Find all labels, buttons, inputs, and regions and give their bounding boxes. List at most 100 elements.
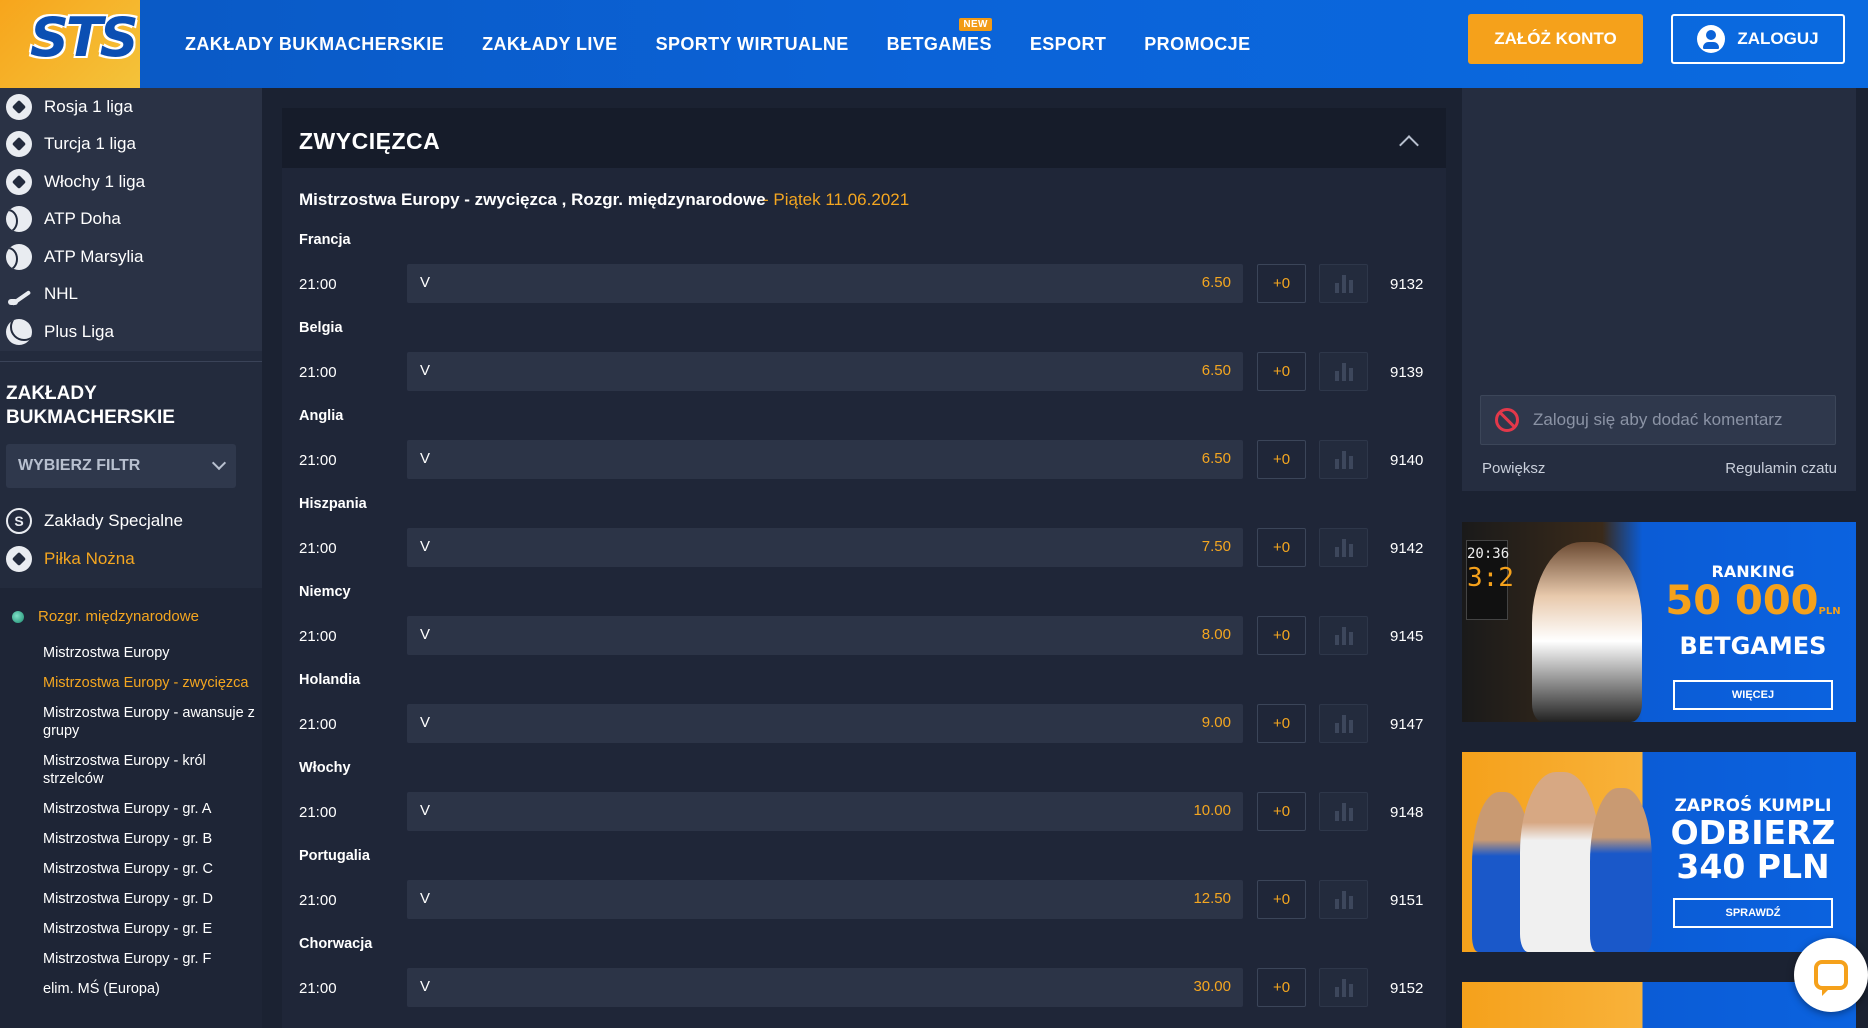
soccer-ball-icon bbox=[6, 545, 32, 572]
competition-item[interactable]: Mistrzostwa Europy - zwycięzca bbox=[0, 674, 262, 692]
more-markets-button[interactable]: +0 bbox=[1257, 792, 1306, 831]
stats-bar bbox=[1334, 283, 1339, 293]
competition-item[interactable]: Mistrzostwa Europy - gr. A bbox=[0, 800, 262, 818]
chat-bubble-icon bbox=[1814, 960, 1848, 996]
event-time: 21:00 bbox=[299, 452, 337, 469]
nav-item-3[interactable]: BETGAMES NEW bbox=[886, 17, 992, 55]
stats-icon[interactable] bbox=[1319, 616, 1368, 655]
sidebar-league-item[interactable]: ATP Doha bbox=[0, 201, 262, 239]
sidebar-league-item[interactable]: Turcja 1 liga bbox=[0, 126, 262, 164]
more-markets-button[interactable]: +0 bbox=[1257, 440, 1306, 479]
odd-button[interactable]: V 6.50 bbox=[407, 352, 1243, 391]
more-markets-button[interactable]: +0 bbox=[1257, 880, 1306, 919]
stats-icon[interactable] bbox=[1319, 528, 1368, 567]
sidebar-league-item[interactable]: ATP Marsylia bbox=[0, 238, 262, 276]
odd-button[interactable]: V 7.50 bbox=[407, 528, 1243, 567]
stats-bar bbox=[1348, 280, 1353, 293]
more-markets-button[interactable]: +0 bbox=[1257, 704, 1306, 743]
odd-button[interactable]: V 8.00 bbox=[407, 616, 1243, 655]
odd-value: 6.50 bbox=[1201, 362, 1231, 379]
odd-button[interactable]: V 12.50 bbox=[407, 880, 1243, 919]
nav-item-5[interactable]: PROMOCJE bbox=[1144, 34, 1250, 55]
competition-item[interactable]: Mistrzostwa Europy - gr. C bbox=[0, 860, 262, 878]
odd-button[interactable]: V 6.50 bbox=[407, 440, 1243, 479]
banner-text: RANKING 50 000PLN BETGAMES WIĘCEJ bbox=[1643, 522, 1863, 722]
competition-item[interactable]: elim. MŚ (Europa) bbox=[0, 980, 262, 998]
sidebar-league-item[interactable]: Plus Liga bbox=[0, 313, 262, 351]
stats-icon[interactable] bbox=[1319, 968, 1368, 1007]
competition-list: Rozgr. międzynarodowe Mistrzostwa Europy… bbox=[0, 587, 262, 1028]
competition-item[interactable]: Mistrzostwa Europy - gr. E bbox=[0, 920, 262, 938]
banner-check-button[interactable]: SPRAWDŹ bbox=[1673, 898, 1833, 928]
page-scrollbar[interactable] bbox=[1856, 88, 1868, 1028]
banner-more-button[interactable]: WIĘCEJ bbox=[1673, 680, 1833, 710]
league-label: ATP Marsylia bbox=[44, 246, 144, 266]
stats-bar bbox=[1341, 275, 1346, 293]
odd-value: 8.00 bbox=[1201, 626, 1231, 643]
chat-enlarge-link[interactable]: Powiększ bbox=[1482, 460, 1545, 477]
stats-icon[interactable] bbox=[1319, 352, 1368, 391]
odd-label: V bbox=[420, 274, 431, 291]
filter-dropdown[interactable]: WYBIERZ FILTR bbox=[6, 443, 236, 488]
chat-rules-link[interactable]: Regulamin czatu bbox=[1725, 460, 1837, 477]
odd-button[interactable]: V 6.50 bbox=[407, 264, 1243, 303]
competition-item[interactable]: Mistrzostwa Europy - gr. B bbox=[0, 830, 262, 848]
more-markets-button[interactable]: +0 bbox=[1257, 264, 1306, 303]
competition-item[interactable]: Mistrzostwa Europy bbox=[0, 644, 262, 662]
more-markets-button[interactable]: +0 bbox=[1257, 616, 1306, 655]
sport-label: Piłka Nożna bbox=[44, 548, 135, 568]
more-markets-button[interactable]: +0 bbox=[1257, 352, 1306, 391]
competition-item[interactable]: Mistrzostwa Europy - gr. F bbox=[0, 950, 262, 968]
chevron-up-icon[interactable] bbox=[1399, 135, 1419, 155]
chat-panel: Zaloguj się aby dodać komentarz Powiększ… bbox=[1462, 88, 1863, 491]
filter-label: WYBIERZ FILTR bbox=[18, 456, 141, 474]
odd-button[interactable]: V 10.00 bbox=[407, 792, 1243, 831]
stats-icon[interactable] bbox=[1319, 880, 1368, 919]
stats-bar bbox=[1348, 808, 1353, 821]
sts-logo[interactable]: STS bbox=[0, 0, 140, 88]
competition-item[interactable]: Mistrzostwa Europy - król strzelców bbox=[0, 752, 262, 788]
chat-comment-input[interactable]: Zaloguj się aby dodać komentarz bbox=[1480, 395, 1836, 445]
team-name: Anglia bbox=[299, 408, 344, 424]
login-button[interactable]: ZALOGUJ bbox=[1671, 14, 1845, 64]
league-label: Plus Liga bbox=[44, 321, 114, 341]
sidebar-sport-item[interactable]: S Zakłady Specjalne bbox=[0, 502, 262, 540]
league-label: NHL bbox=[44, 284, 79, 304]
nav-label: BETGAMES bbox=[886, 33, 992, 54]
stats-bar bbox=[1334, 635, 1339, 645]
score-text: 3:2 bbox=[1467, 563, 1514, 593]
stats-icon[interactable] bbox=[1319, 264, 1368, 303]
odds-row: Niemcy 21:00 V 8.00 +0 9145 bbox=[282, 584, 1446, 672]
nav-item-1[interactable]: ZAKŁADY LIVE bbox=[482, 34, 617, 55]
bet-code: 9147 bbox=[1390, 716, 1424, 733]
more-markets-button[interactable]: +0 bbox=[1257, 528, 1306, 567]
stats-bar bbox=[1348, 720, 1353, 733]
stats-icon[interactable] bbox=[1319, 792, 1368, 831]
sidebar-category[interactable]: Rozgr. międzynarodowe bbox=[0, 602, 262, 632]
betgames-banner[interactable]: 20:36 3:2 RANKING 50 000PLN BETGAMES WIĘ… bbox=[1462, 522, 1863, 722]
score-display: 20:36 3:2 bbox=[1466, 540, 1514, 620]
team-name: Hiszpania bbox=[299, 496, 367, 512]
odd-value: 10.00 bbox=[1193, 802, 1231, 819]
sidebar-sport-item[interactable]: Piłka Nożna bbox=[0, 540, 262, 578]
sidebar-league-item[interactable]: Włochy 1 liga bbox=[0, 163, 262, 201]
team-name: Belgia bbox=[299, 320, 343, 336]
odd-button[interactable]: V 9.00 bbox=[407, 704, 1243, 743]
live-chat-button[interactable] bbox=[1794, 938, 1868, 1012]
nav-item-4[interactable]: ESPORT bbox=[1030, 34, 1106, 55]
stats-icon[interactable] bbox=[1319, 704, 1368, 743]
referral-banner[interactable]: ZAPROŚ KUMPLI ODBIERZ 340 PLN SPRAWDŹ bbox=[1462, 752, 1863, 952]
odds-row: Hiszpania 21:00 V 7.50 +0 9142 bbox=[282, 496, 1446, 584]
sidebar-league-item[interactable]: NHL bbox=[0, 276, 262, 314]
stats-icon[interactable] bbox=[1319, 440, 1368, 479]
competition-item[interactable]: Mistrzostwa Europy - gr. D bbox=[0, 890, 262, 908]
bet-code: 9132 bbox=[1390, 276, 1424, 293]
odd-button[interactable]: V 30.00 bbox=[407, 968, 1243, 1007]
competition-item[interactable]: Mistrzostwa Europy - awansuje z grupy bbox=[0, 704, 262, 740]
register-button[interactable]: ZAŁÓŻ KONTO bbox=[1468, 14, 1643, 64]
sidebar-league-item[interactable]: Rosja 1 liga bbox=[0, 88, 262, 126]
more-markets-button[interactable]: +0 bbox=[1257, 968, 1306, 1007]
nav-item-0[interactable]: ZAKŁADY BUKMACHERSKIE bbox=[185, 34, 444, 55]
nav-item-2[interactable]: SPORTY WIRTUALNE bbox=[656, 34, 849, 55]
stats-bar bbox=[1341, 539, 1346, 557]
